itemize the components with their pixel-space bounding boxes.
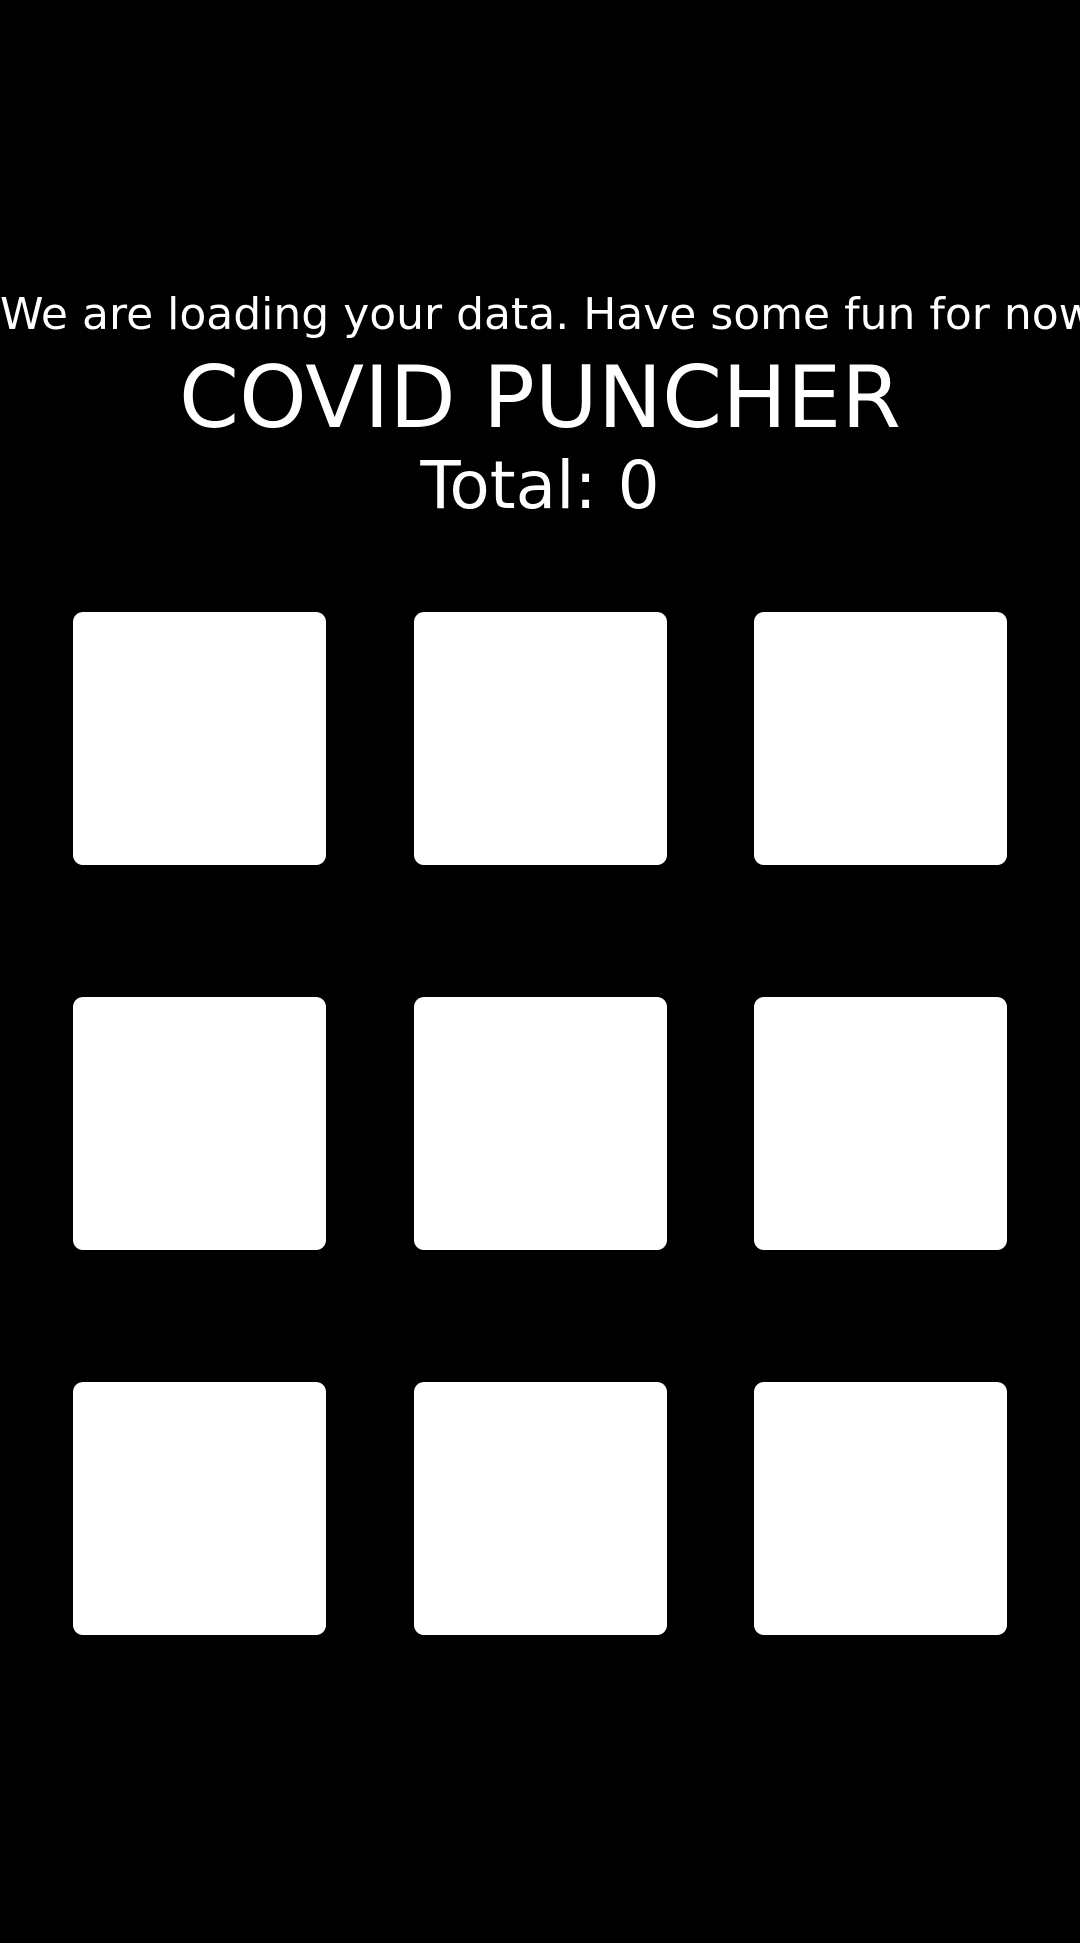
punch-tile-3[interactable] (754, 612, 1007, 865)
punch-tile-2[interactable] (413, 612, 667, 865)
punch-grid (73, 612, 1007, 1635)
punch-tile-5[interactable] (413, 997, 667, 1250)
punch-tile-9[interactable] (754, 1382, 1007, 1635)
punch-tile-8[interactable] (413, 1382, 667, 1635)
game-title: COVID PUNCHER (179, 348, 901, 448)
punch-tile-4[interactable] (73, 997, 326, 1250)
punch-tile-7[interactable] (73, 1382, 326, 1635)
loading-message: We are loading your data. Have some fun … (0, 289, 1080, 340)
score-total: Total: 0 (420, 447, 660, 524)
punch-tile-1[interactable] (73, 612, 326, 865)
punch-tile-6[interactable] (754, 997, 1007, 1250)
